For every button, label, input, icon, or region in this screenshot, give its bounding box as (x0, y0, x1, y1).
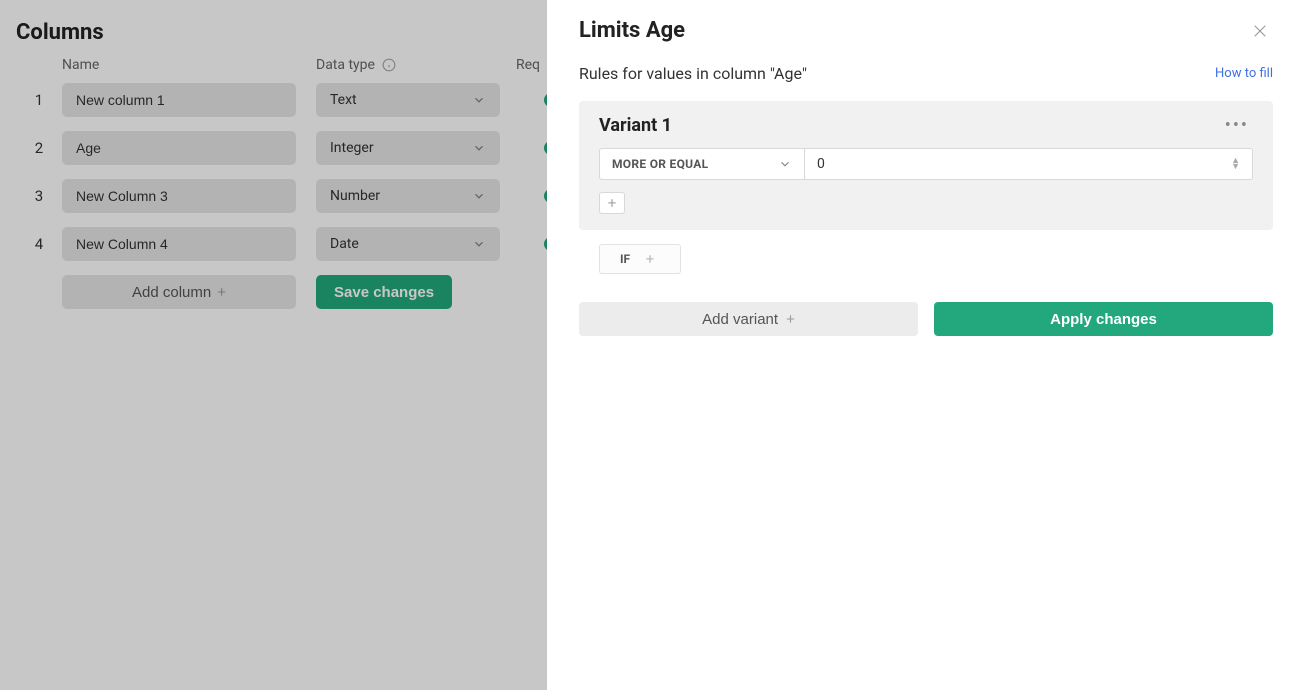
column-type-select[interactable]: Integer (316, 131, 500, 165)
column-type-select[interactable]: Text (316, 83, 500, 117)
chevron-down-icon (472, 93, 486, 107)
apply-changes-button[interactable]: Apply changes (934, 302, 1273, 336)
chevron-down-icon (472, 141, 486, 155)
if-label: IF (620, 252, 630, 266)
variant-title: Variant 1 (599, 115, 672, 136)
if-condition-block[interactable]: IF + (599, 244, 681, 274)
column-type-select[interactable]: Number (316, 179, 500, 213)
drawer-title: Limits Age (579, 18, 685, 43)
column-name-input[interactable] (62, 131, 296, 165)
save-changes-button[interactable]: Save changes (316, 275, 452, 309)
rule-row: MORE OR EQUAL 0 ▲▼ (599, 148, 1253, 180)
variant-menu-button[interactable]: ••• (1221, 115, 1253, 136)
chevron-down-icon (472, 237, 486, 251)
header-datatype: Data type (316, 57, 516, 73)
row-number: 4 (16, 235, 62, 253)
rule-value-input[interactable]: 0 ▲▼ (805, 148, 1253, 180)
column-type-select[interactable]: Date (316, 227, 500, 261)
rule-operator-select[interactable]: MORE OR EQUAL (599, 148, 805, 180)
more-icon: ••• (1225, 115, 1249, 136)
column-name-input[interactable] (62, 227, 296, 261)
limits-drawer: Limits Age Rules for values in column "A… (547, 0, 1305, 690)
number-stepper-icon[interactable]: ▲▼ (1231, 158, 1240, 170)
plus-icon: + (640, 249, 660, 269)
column-name-input[interactable] (62, 179, 296, 213)
add-column-button[interactable]: Add column + (62, 275, 296, 309)
chevron-down-icon (472, 189, 486, 203)
add-variant-button[interactable]: Add variant + (579, 302, 918, 336)
variant-card: Variant 1 ••• MORE OR EQUAL 0 ▲▼ + (579, 101, 1273, 230)
row-number: 2 (16, 139, 62, 157)
close-button[interactable] (1247, 18, 1273, 48)
plus-icon: + (217, 284, 226, 301)
row-number: 3 (16, 187, 62, 205)
drawer-subtitle: Rules for values in column "Age" (579, 64, 807, 83)
column-name-input[interactable] (62, 83, 296, 117)
header-name: Name (62, 57, 316, 73)
row-number: 1 (16, 91, 62, 109)
how-to-fill-link[interactable]: How to fill (1215, 66, 1273, 81)
add-rule-button[interactable]: + (599, 192, 625, 214)
info-icon (382, 58, 396, 72)
plus-icon: + (608, 194, 617, 212)
plus-icon: + (786, 311, 795, 328)
close-icon (1251, 22, 1269, 40)
chevron-down-icon (778, 157, 792, 171)
